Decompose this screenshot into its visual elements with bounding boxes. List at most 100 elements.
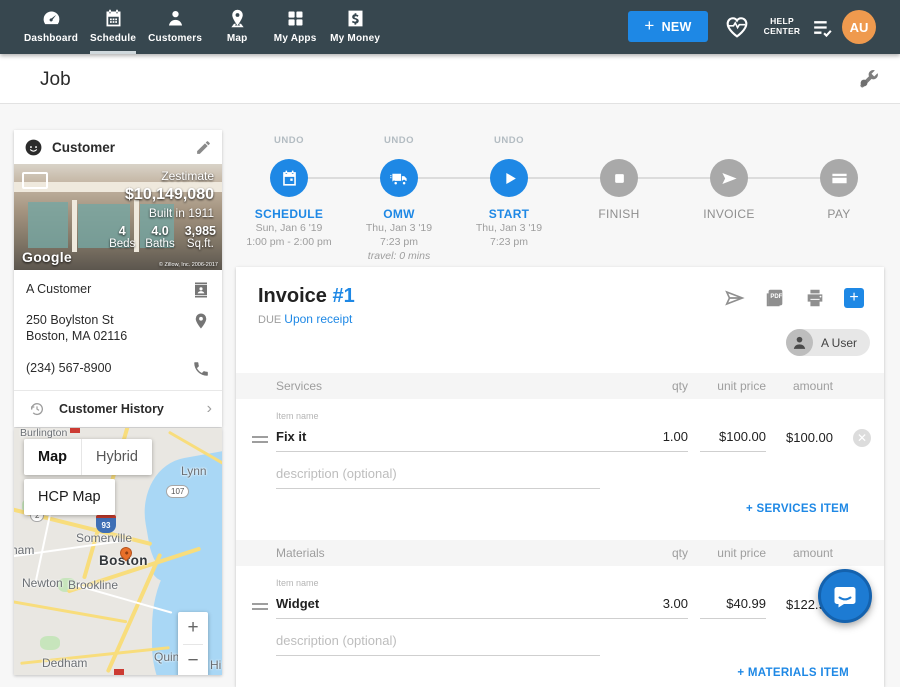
nav-label: My Money: [330, 33, 380, 44]
chat-launcher-button[interactable]: [818, 569, 872, 623]
street-view-toggle-icon[interactable]: [22, 172, 48, 189]
schedule-icon: [103, 8, 124, 29]
customer-name: A Customer: [26, 281, 91, 297]
property-photo[interactable]: Zestimate $10,149,080 Built in 1911 4 Be…: [14, 164, 222, 270]
town-label-newton: Newton: [22, 576, 63, 590]
column-unit-price: unit price: [717, 546, 766, 560]
page-header: Job: [0, 54, 900, 104]
town-label-dedham: Dedham: [42, 656, 87, 670]
chevron-right-icon: ›: [207, 400, 212, 418]
invoice-title: Invoice #1: [258, 285, 355, 308]
customer-phone: (234) 567-8900: [26, 360, 111, 376]
nav-item-my-apps[interactable]: My Apps: [266, 0, 324, 54]
map-type-button-map[interactable]: Map: [24, 439, 81, 475]
nav-label: My Apps: [274, 33, 317, 44]
credit-card-icon[interactable]: [820, 159, 858, 197]
highway-mark: [70, 428, 80, 433]
customer-address: 250 Boylston St Boston, MA 02116: [26, 312, 127, 344]
customer-history-label: Customer History: [59, 402, 164, 416]
step-time: 1:00 pm - 2:00 pm: [234, 235, 344, 249]
calendar-icon: [280, 169, 299, 188]
location-pin-icon[interactable]: [192, 312, 210, 330]
timeline-step-schedule: UNDO SCHEDULE Sun, Jan 6 '19 1:00 pm - 2…: [234, 135, 344, 263]
column-qty: qty: [672, 379, 688, 393]
customer-name-row: A Customer: [14, 270, 222, 301]
due-terms-link[interactable]: Upon receipt: [284, 312, 352, 326]
nav-items: Dashboard Schedule Customers Map My Apps: [18, 0, 386, 54]
map-type-button-hybrid[interactable]: Hybrid: [81, 439, 152, 475]
nav-item-my-money[interactable]: My Money: [324, 0, 386, 54]
customer-card: Customer Zestimate $10,149,080 Built in …: [14, 130, 222, 427]
play-icon: [500, 169, 519, 188]
history-clock-icon: [29, 401, 45, 417]
material-item-qty-input[interactable]: [618, 596, 688, 619]
item-name-label: Item name: [276, 411, 319, 421]
zoom-in-button[interactable]: +: [178, 612, 208, 644]
undo-start-link[interactable]: UNDO: [454, 135, 564, 147]
top-navbar: Dashboard Schedule Customers Map My Apps: [0, 0, 900, 54]
delete-service-item-button[interactable]: ✕: [853, 429, 871, 447]
drag-handle[interactable]: [252, 436, 268, 446]
schedule-step-button[interactable]: [270, 159, 308, 197]
hcp-map-button[interactable]: HCP Map: [24, 479, 115, 515]
print-icon[interactable]: [804, 287, 826, 309]
customers-icon: [165, 8, 186, 29]
edit-pencil-icon[interactable]: [195, 139, 212, 156]
zoom-out-button[interactable]: −: [178, 645, 208, 675]
nav-item-customers[interactable]: Customers: [142, 0, 208, 54]
phone-icon[interactable]: [192, 360, 210, 378]
new-button[interactable]: + NEW: [628, 11, 708, 42]
add-materials-item-link[interactable]: + MATERIALS ITEM: [737, 667, 849, 679]
material-item-description-input[interactable]: [276, 633, 600, 656]
town-label-somerville: Somerville: [76, 531, 132, 545]
invoice-due: DUE Upon receipt: [258, 312, 352, 326]
map-canvas[interactable]: Burlington Lynn 107 2 93 Somerville ham …: [14, 428, 222, 675]
heart-pulse-icon[interactable]: [723, 13, 751, 41]
material-item-name-input[interactable]: [276, 596, 668, 619]
item-name-label: Item name: [276, 578, 319, 588]
send-invoice-icon[interactable]: [724, 287, 746, 309]
start-step-button[interactable]: [490, 159, 528, 197]
customer-history-row[interactable]: Customer History ›: [14, 390, 222, 427]
list-check-icon[interactable]: [810, 15, 835, 40]
contact-card-icon[interactable]: [192, 281, 210, 299]
zestimate-value: $10,149,080: [125, 186, 214, 204]
nav-item-schedule[interactable]: Schedule: [84, 0, 142, 54]
service-item-name-input[interactable]: [276, 429, 668, 452]
customer-address-row: 250 Boylston St Boston, MA 02116: [14, 301, 222, 346]
assigned-user-pill[interactable]: A User: [786, 329, 870, 356]
nav-item-dashboard[interactable]: Dashboard: [18, 0, 84, 54]
timeline-step-invoice: INVOICE: [674, 135, 784, 263]
help-center-link[interactable]: HELP CENTER: [756, 16, 808, 36]
invoice-step-button[interactable]: [710, 159, 748, 197]
dashboard-icon: [41, 8, 62, 29]
job-tools-icon[interactable]: [856, 67, 880, 91]
svg-text:PDF: PDF: [770, 294, 782, 300]
finish-step-button[interactable]: [600, 159, 638, 197]
user-silhouette-icon: [786, 329, 813, 356]
add-invoice-item-button[interactable]: +: [844, 288, 864, 308]
nav-item-map[interactable]: Map: [208, 0, 266, 54]
undo-schedule-link[interactable]: UNDO: [234, 135, 344, 147]
step-time: 7:23 pm: [344, 235, 454, 249]
step-time: 7:23 pm: [454, 235, 564, 249]
material-item-price-input[interactable]: [700, 596, 766, 619]
fact-beds: 4 Beds: [109, 224, 135, 250]
column-unit-price: unit price: [717, 379, 766, 393]
service-item-amount: $100.00: [786, 430, 833, 445]
drag-handle[interactable]: [252, 603, 268, 613]
add-services-item-link[interactable]: + SERVICES ITEM: [746, 503, 849, 515]
service-item-price-input[interactable]: [700, 429, 766, 452]
town-label-hingham: Hi: [210, 658, 221, 672]
pdf-icon[interactable]: PDF: [764, 287, 786, 309]
nav-label: Schedule: [90, 33, 136, 44]
apps-grid-icon: [285, 8, 306, 29]
zestimate-overlay: Zestimate $10,149,080 Built in 1911 4 Be…: [14, 164, 222, 270]
service-item-description-input[interactable]: [276, 466, 600, 489]
new-button-label: NEW: [662, 20, 692, 34]
invoice-number[interactable]: #1: [332, 285, 354, 307]
omw-step-button[interactable]: [380, 159, 418, 197]
service-item-qty-input[interactable]: [618, 429, 688, 452]
undo-omw-link[interactable]: UNDO: [344, 135, 454, 147]
user-avatar[interactable]: AU: [842, 10, 876, 44]
